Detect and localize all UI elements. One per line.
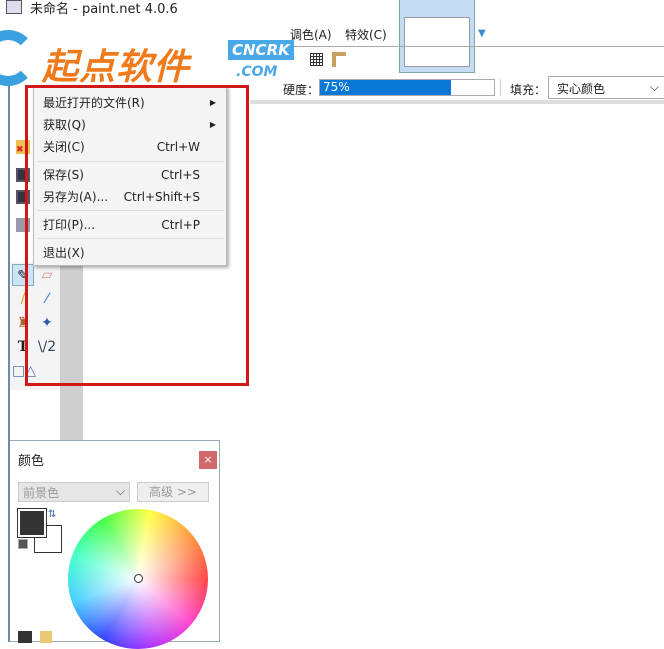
image-thumbnail[interactable]	[399, 0, 475, 73]
save-as-icon	[16, 190, 30, 204]
menu-item-shortcut: Ctrl+W	[156, 140, 200, 154]
menu-item-save-as[interactable]: 另存为(A)... Ctrl+Shift+S	[16, 187, 226, 207]
file-menu: 最近打开的文件(R) ▶ 获取(Q) ▶ ✖ 关闭(C) Ctrl+W 保存(S) Ctr…	[16, 86, 227, 266]
menu-item-shortcut: Ctrl+S	[160, 168, 200, 182]
palette-icon[interactable]	[40, 631, 52, 643]
menu-item-shortcut: Ctrl+P	[161, 218, 200, 232]
background-window-edge	[0, 85, 10, 642]
menu-divider	[290, 46, 664, 47]
menu-separator	[38, 238, 224, 239]
reset-colors-icon[interactable]	[18, 539, 28, 549]
clone-stamp-tool-icon[interactable]: ♜	[12, 312, 34, 334]
logo-text: 起点软件	[42, 47, 191, 88]
chevron-down-icon: ⌵	[115, 484, 125, 498]
hardness-slider[interactable]: 75%	[319, 79, 495, 96]
watermark-logo: 起点软件 CNCRK .COM	[0, 22, 300, 88]
menu-item-label: 另存为(A)...	[43, 190, 109, 204]
menu-item-print[interactable]: 打印(P)... Ctrl+P	[16, 215, 226, 235]
palette-swatch[interactable]	[18, 631, 32, 643]
tools-panel: ✎ ▱ / ⁄ ♜ ✦ T \/2 □△	[10, 262, 61, 390]
fill-value: 实心颜色	[557, 82, 606, 96]
menu-item-close[interactable]: ✖ 关闭(C) Ctrl+W	[16, 137, 226, 157]
pencil-tool-icon[interactable]: /	[12, 288, 34, 310]
line-curve-tool-icon[interactable]: \/2	[36, 336, 58, 358]
app-icon	[6, 0, 22, 14]
fill-select[interactable]: 实心颜色 ⌵	[548, 76, 664, 99]
primary-color-swatch[interactable]	[17, 508, 47, 538]
print-icon	[16, 218, 30, 232]
menu-item-label: 获取(Q)	[43, 118, 86, 132]
advanced-button[interactable]: 高级 >>	[137, 482, 209, 502]
menu-item-recent[interactable]: 最近打开的文件(R) ▶	[34, 93, 226, 113]
close-file-icon: ✖	[16, 140, 30, 155]
menu-item-exit[interactable]: 退出(X)	[34, 243, 226, 263]
save-icon	[16, 168, 30, 182]
menu-item-label: 打印(P)...	[43, 218, 96, 232]
toolbar-bottom-border	[250, 100, 664, 104]
toolbar-separator	[500, 79, 501, 96]
menu-item-label: 保存(S)	[43, 168, 84, 182]
menu-effects[interactable]: 特效(C)	[345, 26, 387, 43]
ruler-icon[interactable]	[332, 52, 346, 67]
recolor-tool-icon[interactable]: ✦	[36, 312, 58, 334]
hardness-fill: 75%	[320, 80, 451, 95]
menu-item-shortcut: Ctrl+Shift+S	[123, 190, 200, 204]
menu-item-acquire[interactable]: 获取(Q) ▶	[34, 115, 226, 135]
color-wheel-cursor[interactable]	[134, 574, 143, 583]
logo-brand: CNCRK	[228, 40, 294, 60]
color-picker-tool-icon[interactable]: ⁄	[36, 288, 58, 310]
paintbrush-tool-icon[interactable]: ✎	[12, 264, 34, 286]
close-button[interactable]: ×	[199, 451, 217, 469]
window-title: 未命名 - paint.net 4.0.6	[30, 2, 178, 17]
color-mode-value: 前景色	[23, 486, 60, 500]
menu-item-save[interactable]: 保存(S) Ctrl+S	[16, 165, 226, 185]
grid-icon[interactable]	[310, 53, 323, 66]
menu-item-label: 退出(X)	[43, 246, 85, 260]
chevron-down-icon: ⌵	[649, 80, 659, 94]
menu-separator	[38, 161, 224, 162]
menu-item-label: 最近打开的文件(R)	[43, 96, 145, 110]
color-mode-select[interactable]: 前景色 ⌵	[18, 482, 130, 502]
menu-separator	[38, 210, 224, 211]
shapes-tool-icon[interactable]: □△	[12, 360, 36, 382]
menu-item-label: 关闭(C)	[43, 140, 85, 154]
thumbnail-dropdown-icon[interactable]: ▼	[478, 28, 486, 39]
submenu-arrow-icon: ▶	[209, 120, 216, 129]
fill-label: 填充：	[510, 83, 547, 97]
text-tool-icon[interactable]: T	[12, 336, 34, 358]
logo-domain: .COM	[236, 64, 278, 80]
eraser-tool-icon[interactable]: ▱	[36, 264, 58, 286]
swap-colors-icon[interactable]: ⇅	[48, 509, 56, 520]
submenu-arrow-icon: ▶	[209, 98, 216, 107]
colors-panel-title: 颜色	[18, 454, 45, 469]
colors-panel: 颜色 × 前景色 ⌵ 高级 >> ⇅	[10, 440, 220, 649]
